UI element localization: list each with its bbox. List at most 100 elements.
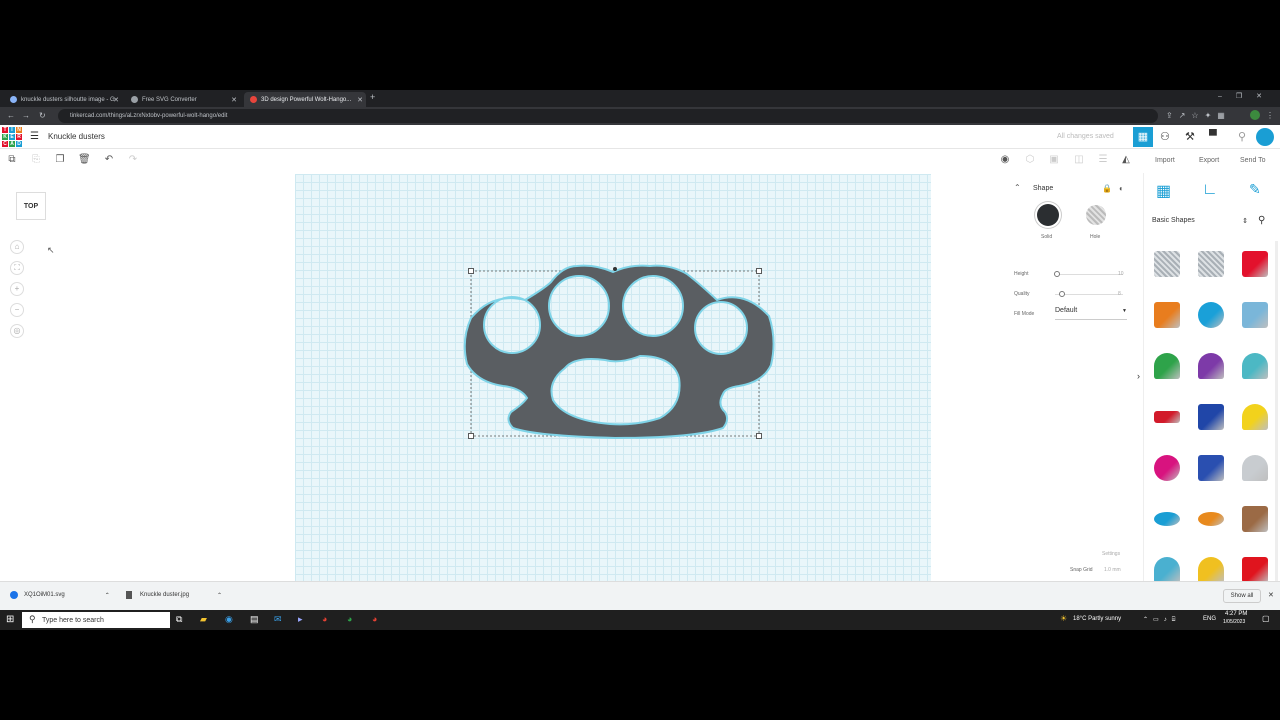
store-icon[interactable]: ▤ <box>250 614 259 625</box>
window-controls[interactable]: –❐✕ <box>1218 92 1276 100</box>
reload-icon[interactable]: ↻ <box>39 110 46 122</box>
close-icon[interactable]: ✕ <box>1268 591 1274 599</box>
browser-tab[interactable]: Free SVG Converter ✕ <box>125 92 240 107</box>
settings-link[interactable]: Settings <box>1102 551 1120 557</box>
download-item[interactable]: XQ1OiM01.svg ⌃ <box>10 591 110 599</box>
lock-icon[interactable]: 🔒 <box>1102 184 1112 193</box>
fit-view-icon[interactable]: ⛶ <box>10 261 24 275</box>
circuits-icon[interactable]: ⚇ <box>1160 130 1170 143</box>
zoom-in-icon[interactable]: + <box>10 282 24 296</box>
url-field[interactable]: tinkercad.com/things/aLzrxNxtobv-powerfu… <box>58 109 1158 123</box>
home-view-icon[interactable]: ⌂ <box>10 240 24 254</box>
solid-color-button[interactable] <box>1037 204 1059 226</box>
shape-icosahedron[interactable] <box>1242 557 1268 583</box>
export-button[interactable]: Export <box>1199 157 1219 164</box>
design-title[interactable]: Knuckle dusters <box>48 132 105 141</box>
close-icon[interactable]: ✕ <box>113 96 119 104</box>
copy-icon[interactable]: ⧉ <box>6 154 18 166</box>
task-view-icon[interactable]: ⧉ <box>176 614 182 625</box>
system-tray-icons[interactable]: ⌃▭♪⌸ <box>1143 616 1180 624</box>
duplicate-icon[interactable]: ❐ <box>54 154 66 166</box>
height-value[interactable]: 10 <box>1118 271 1124 277</box>
shape-round-roof[interactable] <box>1242 353 1268 379</box>
forward-icon[interactable]: → <box>22 110 30 122</box>
file-explorer-icon[interactable]: ▰ <box>200 614 207 625</box>
grid-view-icon[interactable]: ▦ <box>1133 127 1153 147</box>
list-icon[interactable]: ☰ <box>30 131 39 142</box>
delete-icon[interactable]: 🗑 <box>78 154 91 166</box>
app-icon[interactable]: ▸ <box>298 614 303 625</box>
send-to-button[interactable]: Send To <box>1240 157 1266 164</box>
language-indicator[interactable]: ENG <box>1203 616 1216 622</box>
collapse-icon[interactable]: ⌃ <box>1014 183 1021 192</box>
browser-tab[interactable]: knuckle dusters silhoutte image - G ✕ <box>4 92 122 107</box>
undo-icon[interactable]: ↶ <box>103 154 115 166</box>
shape-cone[interactable] <box>1198 353 1224 379</box>
tinkercad-logo[interactable]: T I N K E R C A D <box>2 127 22 147</box>
quality-value[interactable]: 8 <box>1118 291 1121 297</box>
edge-icon[interactable]: ◉ <box>225 614 233 625</box>
shape-wedge[interactable] <box>1242 506 1268 532</box>
add-user-icon[interactable]: ⚲ <box>1238 130 1246 143</box>
show-all-button[interactable]: Show all <box>1223 589 1261 603</box>
shape-cylinder-striped[interactable] <box>1198 251 1224 277</box>
shape-star[interactable] <box>1154 557 1180 583</box>
new-tab-button[interactable]: + <box>370 92 375 102</box>
shape-hexagonal-prism[interactable] <box>1198 455 1224 481</box>
snap-grid-value[interactable]: 1.0 mm <box>1104 567 1121 573</box>
close-icon[interactable]: ✕ <box>231 96 237 104</box>
shape-text[interactable] <box>1154 411 1180 423</box>
browser-tab-active[interactable]: 3D design Powerful Wolt-Hango... ✕ <box>244 92 366 107</box>
shape-polygon[interactable] <box>1198 404 1224 430</box>
clock-date[interactable]: 1/05/2023 <box>1223 619 1245 625</box>
menu-icon[interactable]: ⋮ <box>1266 110 1274 122</box>
paste-icon[interactable]: ⎘ <box>30 154 42 166</box>
show-all-icon[interactable]: ⬡ <box>1024 154 1036 166</box>
taskbar-search[interactable]: ⚲ Type here to search <box>22 612 170 628</box>
shape-torus[interactable] <box>1154 512 1180 526</box>
bricks-icon[interactable]: ▀ <box>1209 130 1217 142</box>
shape-cylinder[interactable] <box>1154 302 1180 328</box>
ungroup-icon[interactable]: ◫ <box>1073 154 1085 166</box>
quality-slider-thumb[interactable] <box>1059 291 1065 297</box>
shape-sphere[interactable] <box>1198 302 1224 328</box>
notification-icon[interactable]: ▢ <box>1262 614 1270 623</box>
pickaxe-icon[interactable]: ⚒ <box>1185 130 1195 143</box>
zoom-out-icon[interactable]: − <box>10 303 24 317</box>
chevron-up-icon[interactable]: ⌃ <box>105 592 110 599</box>
align-icon[interactable]: ☰ <box>1097 154 1109 166</box>
group-icon[interactable]: ▣ <box>1048 154 1060 166</box>
shape-tube[interactable] <box>1198 512 1224 526</box>
windows-start-icon[interactable]: ⊞ <box>6 614 14 626</box>
back-icon[interactable]: ← <box>7 110 15 122</box>
shape-scribble[interactable] <box>1242 302 1268 328</box>
user-avatar[interactable] <box>1256 128 1274 146</box>
height-slider-thumb[interactable] <box>1054 271 1060 277</box>
shape-star-gold[interactable] <box>1198 557 1224 583</box>
shape-box[interactable] <box>1242 251 1268 277</box>
shape-roof[interactable] <box>1154 353 1180 379</box>
hole-button[interactable] <box>1086 205 1106 225</box>
view-cube[interactable]: TOP <box>16 192 46 220</box>
category-select[interactable]: Basic Shapes ⇕ <box>1152 217 1248 231</box>
chrome-icon[interactable]: ◕ <box>372 614 377 624</box>
height-slider[interactable] <box>1055 274 1123 275</box>
ruler-icon[interactable]: ∟ <box>1202 181 1218 199</box>
shape-box-striped[interactable] <box>1154 251 1180 277</box>
chrome-icon[interactable]: ◕ <box>347 614 352 624</box>
light-icon[interactable]: ◐ <box>1119 184 1124 193</box>
knuckle-duster-model[interactable] <box>455 260 785 445</box>
extension-icons[interactable]: ⇪↗☆✦▦ <box>1166 110 1231 122</box>
workplane-icon[interactable]: ▦ <box>1156 181 1171 201</box>
ortho-view-icon[interactable]: ◎ <box>10 324 24 338</box>
clock-time[interactable]: 4:27 PM <box>1225 611 1247 617</box>
shape-pyramid[interactable] <box>1242 404 1268 430</box>
quality-slider[interactable] <box>1055 294 1123 295</box>
notes-icon[interactable]: ◉ <box>999 154 1011 166</box>
mirror-icon[interactable]: ◭ <box>1120 154 1132 166</box>
download-item[interactable]: Knuckle duster.jpg ⌃ <box>126 591 222 599</box>
fill-mode-select[interactable]: Default ▼ <box>1055 307 1127 320</box>
close-icon[interactable]: ✕ <box>357 96 363 104</box>
mail-icon[interactable]: ✉ <box>274 614 282 625</box>
panel-toggle-icon[interactable]: › <box>1137 371 1140 381</box>
